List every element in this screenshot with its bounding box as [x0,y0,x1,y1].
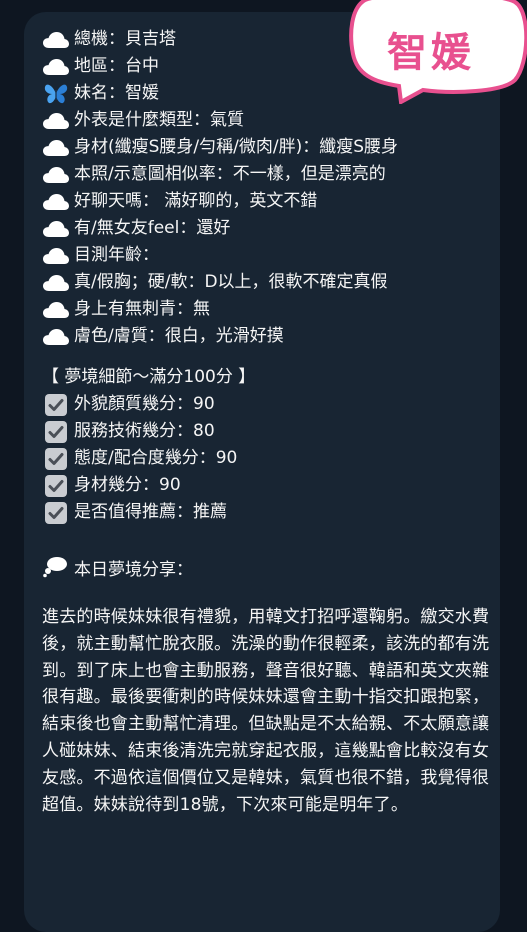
share-title: 本日夢境分享： [74,559,193,580]
checkbox-icon [45,393,67,416]
profile-item-text: 好聊天嗎： 滿好聊的，英文不錯 [74,191,318,211]
share-title-row: 本日夢境分享： [42,552,500,582]
rating-list: 外貌顏質幾分：90 服務技術幾分：80 態度/配合度幾分：90 身材幾分：90 是否值得… [42,391,500,526]
cloud-icon [42,272,70,294]
profile-item-text: 地區：台中 [74,56,159,76]
cloud-icon [42,164,70,186]
cloud-icon [42,110,70,132]
butterfly-icon [42,83,70,105]
cloud-icon [42,218,70,240]
cloud-icon [42,245,70,267]
message-bubble: 總機：貝吉塔 地區：台中妹名：智媛外表是什麼類型：氣質身材(纖瘦S腰身/勻稱/微肉… [24,12,500,932]
thought-bubble-icon [42,556,70,578]
cloud-icon [42,191,70,213]
profile-item: 好聊天嗎： 滿好聊的，英文不錯 [42,188,500,215]
rating-item-text: 是否值得推薦：推薦 [74,502,227,522]
cloud-icon [42,299,70,321]
rating-item-text: 服務技術幾分：80 [74,421,215,441]
name-stamp: 智媛 [343,0,527,106]
profile-item-text: 身材(纖瘦S腰身/勻稱/微肉/胖)：纖瘦S腰身 [74,137,399,157]
profile-item: 膚色/膚質：很白，光滑好摸 [42,323,500,350]
rating-item: 外貌顏質幾分：90 [42,391,500,418]
profile-item: 有/無女友feel：還好 [42,215,500,242]
profile-item-text: 妹名：智媛 [74,83,159,103]
check-mark-icon [42,501,70,524]
checkbox-icon [45,474,67,497]
rating-header: 【 夢境細節～滿分100分 】 [42,367,256,387]
profile-item: 身上有無刺青：無 [42,296,500,323]
stamp-text: 智媛 [387,30,475,76]
cloud-icon [42,29,70,51]
check-mark-icon [42,474,70,497]
rating-item: 身材幾分：90 [42,472,500,499]
cloud-icon [42,137,70,159]
check-mark-icon [42,393,70,416]
profile-item-text: 膚色/膚質：很白，光滑好摸 [74,326,284,346]
profile-item-text: 真/假胸；硬/軟：D以上，很軟不確定真假 [74,272,388,292]
profile-item: 身材(纖瘦S腰身/勻稱/微肉/胖)：纖瘦S腰身 [42,134,500,161]
profile-item-text: 有/無女友feel：還好 [74,218,231,238]
profile-item: 本照/示意圖相似率：不一樣，但是漂亮的 [42,161,500,188]
rating-item: 服務技術幾分：80 [42,418,500,445]
cloud-icon [42,326,70,348]
profile-item-text: 身上有無刺青：無 [74,299,210,319]
profile-item-text: 目測年齡： [74,245,159,265]
checkbox-icon [45,447,67,470]
check-mark-icon [42,420,70,443]
profile-item: 真/假胸；硬/軟：D以上，很軟不確定真假 [42,269,500,296]
rating-item-text: 身材幾分：90 [74,475,181,495]
cloud-icon [42,56,70,78]
profile-item: 外表是什麼類型：氣質 [42,107,500,134]
check-mark-icon [42,447,70,470]
checkbox-icon [45,420,67,443]
profile-item-text: 外表是什麼類型：氣質 [74,110,244,130]
profile-item: 目測年齡： [42,242,500,269]
rating-item-text: 外貌顏質幾分：90 [74,394,215,414]
rating-item: 是否值得推薦：推薦 [42,499,500,526]
rating-item: 態度/配合度幾分：90 [42,445,500,472]
checkbox-icon [45,501,67,524]
profile-item-text: 總機：貝吉塔 [74,29,176,49]
profile-item-text: 本照/示意圖相似率：不一樣，但是漂亮的 [74,164,386,184]
story-text: 進去的時候妹妹很有禮貌，用韓文打招呼還鞠躬。繳交水費後，就主動幫忙脫衣服。洗澡的… [42,607,490,815]
rating-item-text: 態度/配合度幾分：90 [74,448,238,468]
